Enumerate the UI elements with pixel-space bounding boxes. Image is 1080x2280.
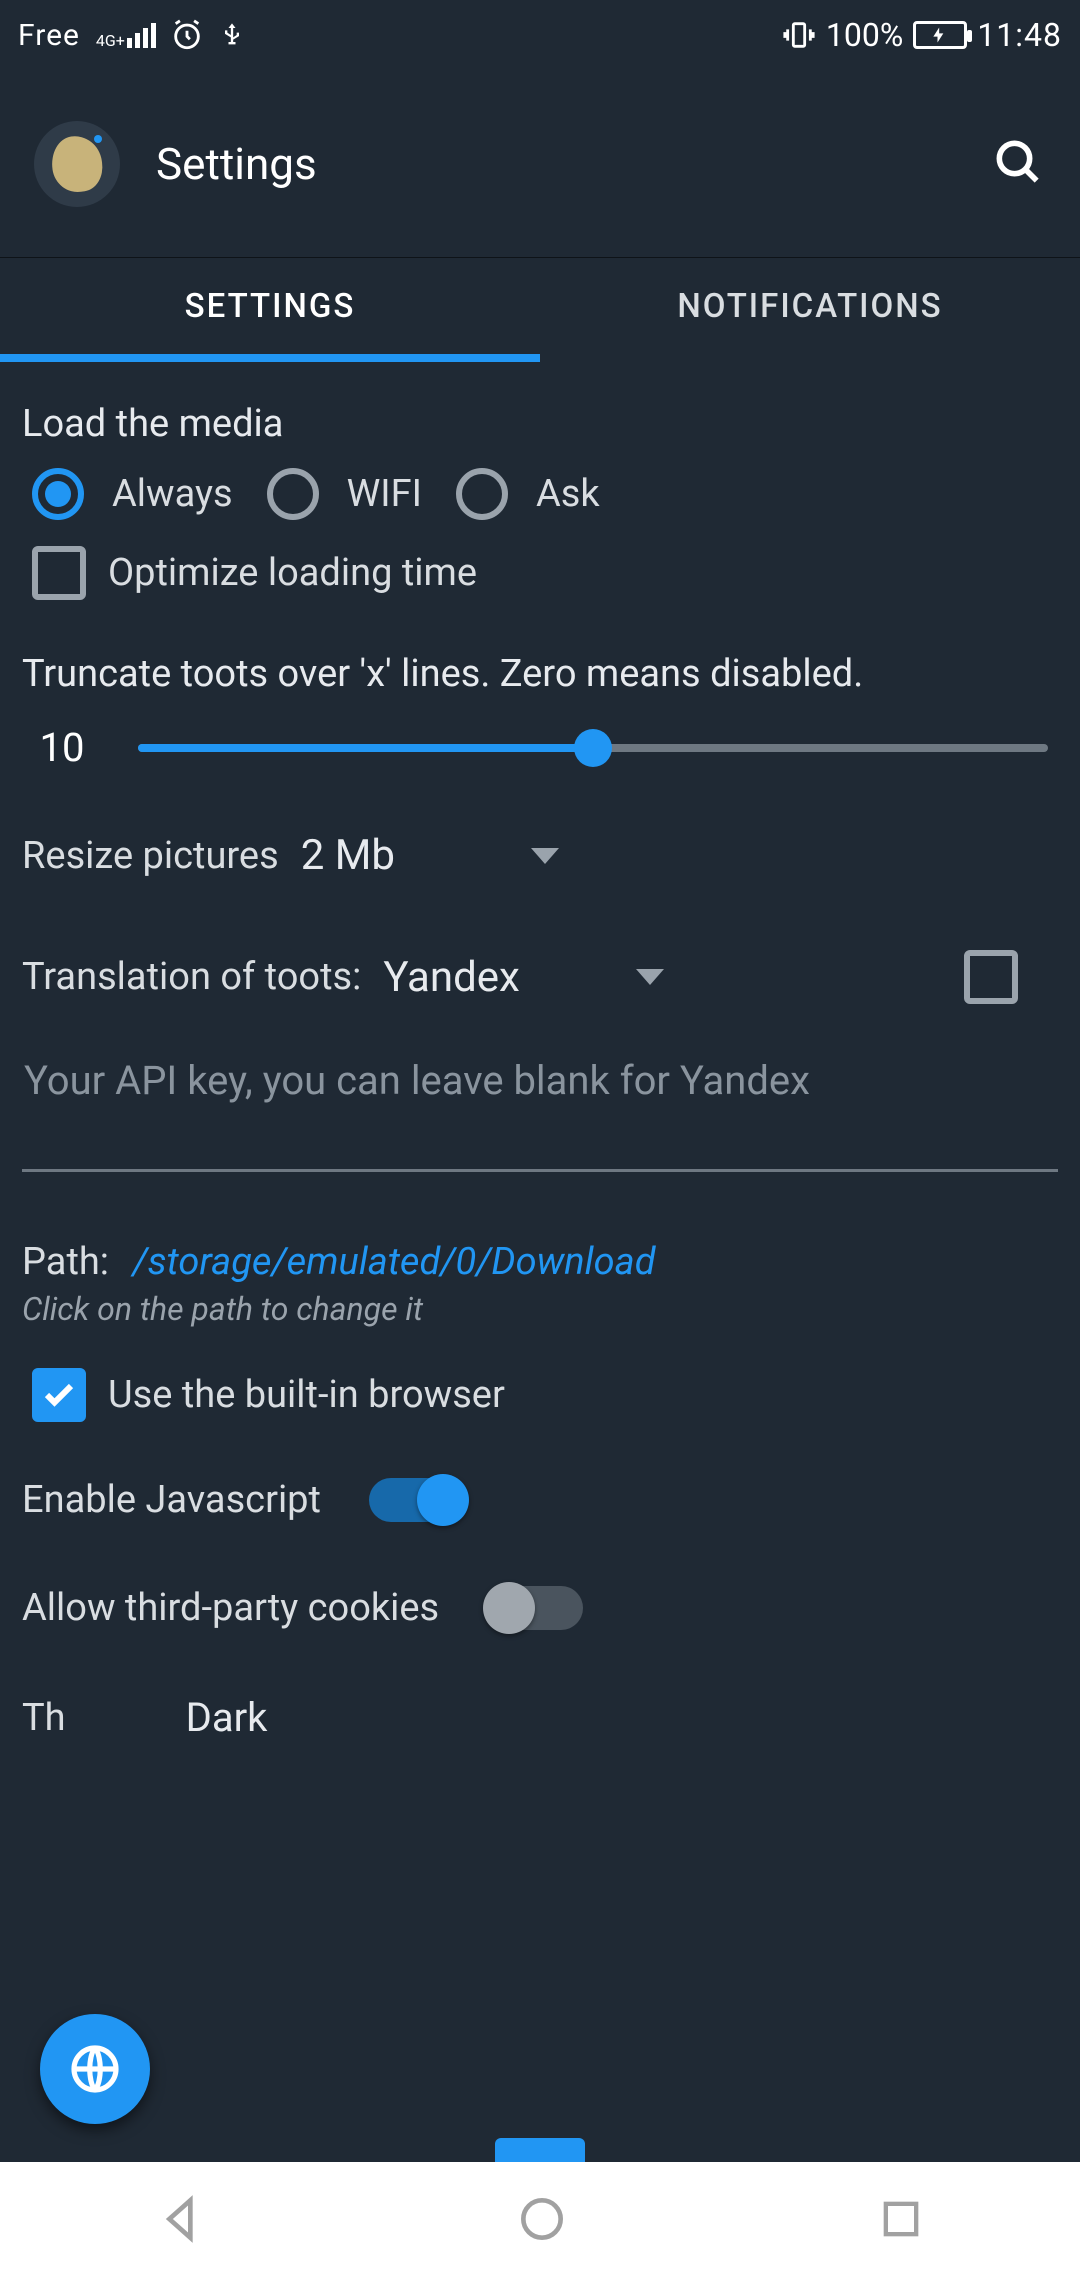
theme-value: Dark [186,1694,268,1741]
battery-icon [913,21,967,49]
resize-row: Resize pictures 2 Mb [22,831,1058,880]
radio-always-label[interactable]: Always [112,472,233,516]
carrier-label: Free [18,18,80,53]
alarm-icon [170,18,204,52]
chevron-down-icon [636,969,664,985]
action-bar: Settings [0,70,1080,258]
theme-label: Th [22,1696,66,1740]
theme-dropdown[interactable]: Dark [186,1694,328,1741]
path-label: Path: [22,1240,109,1284]
chevron-down-icon [531,848,559,864]
path-link[interactable]: /storage/emulated/0/Download [132,1240,655,1284]
truncate-block: Truncate toots over 'x' lines. Zero mean… [22,652,1058,771]
resize-value: 2 Mb [301,831,395,880]
settings-content[interactable]: Load the media Always WIFI Ask Optimize … [0,362,1080,2162]
resize-dropdown[interactable]: 2 Mb [301,831,559,880]
slider-thumb[interactable] [574,729,612,767]
optimize-checkbox[interactable] [32,546,86,600]
enable-js-toggle[interactable] [369,1478,465,1522]
search-button[interactable] [990,134,1046,194]
translation-value: Yandex [383,953,520,1002]
theme-row: Th Dark [22,1694,1058,1741]
builtin-browser-checkbox[interactable] [32,1368,86,1422]
app-icon[interactable] [34,121,120,207]
translation-label: Translation of toots: [22,955,361,999]
path-row: Path: /storage/emulated/0/Download [22,1240,1058,1284]
truncate-slider[interactable] [138,744,1048,752]
builtin-browser-label: Use the built-in browser [108,1373,505,1417]
radio-ask[interactable] [456,468,508,520]
status-bar: Free 4G+ 100% 11:48 [0,0,1080,70]
network-type: 4G+ [96,34,125,48]
usb-icon [218,18,246,52]
load-media-label: Load the media [22,402,1058,446]
translation-dropdown[interactable]: Yandex [383,953,664,1002]
path-hint: Click on the path to change it [22,1290,1058,1328]
radio-wifi-label[interactable]: WIFI [347,472,422,516]
signal-icon [127,23,156,48]
optimize-row[interactable]: Optimize loading time [32,546,1058,600]
optimize-label: Optimize loading time [108,551,477,595]
status-right: 100% 11:48 [782,16,1062,54]
builtin-browser-row[interactable]: Use the built-in browser [32,1368,1058,1422]
nav-back-button[interactable] [153,2191,209,2251]
cookies-label: Allow third-party cookies [22,1586,439,1630]
system-nav-bar [0,2162,1080,2280]
status-left: Free 4G+ [18,18,246,53]
tabs: SETTINGS NOTIFICATIONS [0,258,1080,362]
api-key-input[interactable] [22,1044,1058,1172]
translation-checkbox[interactable] [964,950,1018,1004]
radio-wifi[interactable] [267,468,319,520]
cookies-toggle[interactable] [487,1586,583,1630]
vibrate-icon [782,18,816,52]
battery-pct: 100% [826,16,903,54]
page-title: Settings [156,138,317,190]
enable-js-label: Enable Javascript [22,1478,321,1522]
resize-label: Resize pictures [22,834,279,878]
radio-ask-label[interactable]: Ask [536,472,600,516]
nav-recent-button[interactable] [875,2193,927,2249]
translation-row: Translation of toots: Yandex [22,950,1058,1004]
nav-home-button[interactable] [514,2191,570,2251]
enable-js-row: Enable Javascript [22,1478,1058,1522]
truncate-label: Truncate toots over 'x' lines. Zero mean… [22,652,1058,696]
clock: 11:48 [977,16,1062,54]
tab-settings[interactable]: SETTINGS [0,258,540,362]
tab-notifications[interactable]: NOTIFICATIONS [540,258,1080,362]
radio-always[interactable] [32,468,84,520]
cookies-row: Allow third-party cookies [22,1586,1058,1630]
translate-fab[interactable] [40,2014,150,2124]
peek-element[interactable] [495,2138,585,2162]
truncate-value: 10 [32,724,92,771]
load-media-options: Always WIFI Ask [22,468,1058,520]
